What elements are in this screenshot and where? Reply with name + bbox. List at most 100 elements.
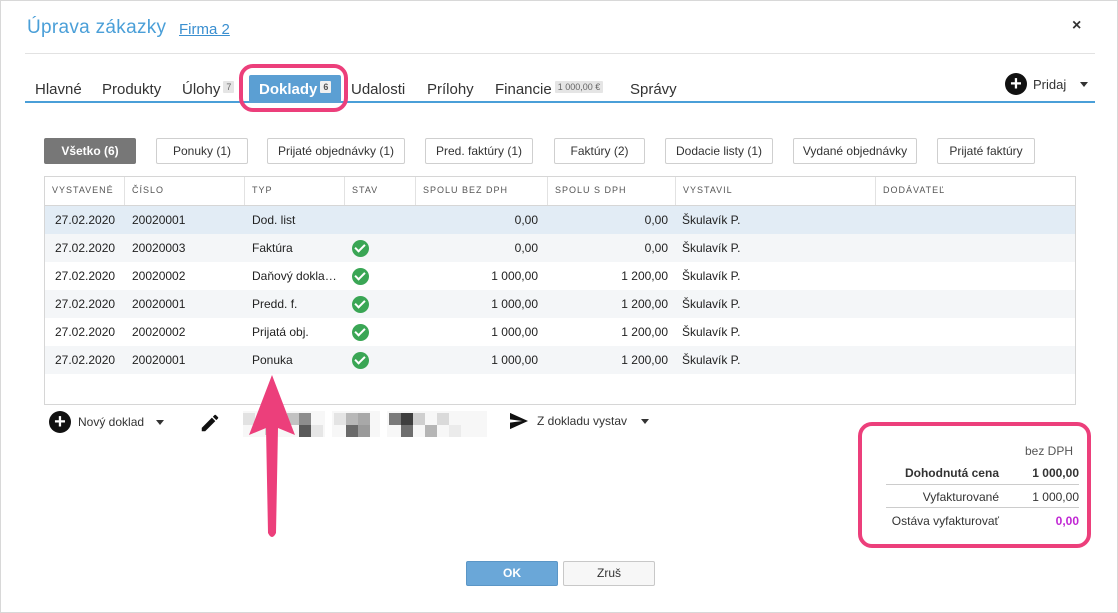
filter-proforma-invoices[interactable]: Pred. faktúry (1) bbox=[425, 138, 533, 164]
add-button[interactable]: + Pridaj bbox=[1005, 73, 1089, 95]
new-document-label: Nový doklad bbox=[78, 415, 145, 429]
cell-gross-total: 0,00 bbox=[644, 213, 668, 227]
check-circle-icon bbox=[352, 240, 369, 257]
cell-type: Daňový dokla… bbox=[252, 269, 337, 283]
documents-table: VYSTAVENÉ ČÍSLO TYP STAV SPOLU BEZ DPH S… bbox=[44, 176, 1076, 405]
create-from-document-button[interactable]: Z dokladu vystav bbox=[509, 412, 650, 430]
filter-invoices[interactable]: Faktúry (2) bbox=[554, 138, 645, 164]
ok-button[interactable]: OK bbox=[466, 561, 558, 586]
finance-amount-badge: 1 000,00 € bbox=[554, 81, 604, 93]
obscured-icon-2 bbox=[332, 411, 380, 437]
cell-supplier bbox=[882, 290, 1062, 318]
column-header-number[interactable]: ČÍSLO bbox=[125, 177, 245, 205]
check-circle-icon bbox=[352, 324, 369, 341]
cell-issued: 27.02.2020 bbox=[55, 269, 116, 283]
cell-net-total: 0,00 bbox=[514, 241, 538, 255]
documents-tab-highlight bbox=[239, 64, 348, 112]
chevron-down-icon[interactable] bbox=[1080, 81, 1089, 87]
cell-number: 20020003 bbox=[132, 241, 186, 255]
cell-number: 20020002 bbox=[132, 269, 186, 283]
new-document-button[interactable]: + Nový doklad bbox=[49, 411, 165, 433]
cell-supplier bbox=[882, 234, 1062, 262]
filter-all[interactable]: Všetko (6) bbox=[44, 138, 136, 164]
cell-issued-by: Škulavík P. bbox=[682, 213, 741, 227]
send-icon bbox=[510, 412, 528, 430]
summary-divider bbox=[886, 484, 1079, 485]
edit-order-dialog: Úprava zákazky Firma 2 × Hlavné Produkty… bbox=[0, 0, 1118, 613]
cell-type: Faktúra bbox=[252, 241, 293, 255]
plus-circle-icon: + bbox=[49, 411, 71, 433]
cell-number: 20020001 bbox=[132, 353, 186, 367]
cell-supplier bbox=[882, 346, 1062, 374]
table-row[interactable]: 27.02.2020 20020003 Faktúra 0,00 0,00 Škulaví… bbox=[45, 234, 1075, 262]
tab-attachments[interactable]: Prílohy bbox=[427, 81, 474, 98]
pointer-arrow-annotation bbox=[249, 375, 295, 537]
chevron-down-icon[interactable] bbox=[156, 419, 165, 425]
chevron-down-icon[interactable] bbox=[641, 418, 650, 424]
cell-gross-total: 1 200,00 bbox=[621, 269, 668, 283]
tab-finance[interactable]: Financie 1 000,00 € bbox=[495, 81, 604, 98]
cell-type: Dod. list bbox=[252, 213, 296, 227]
dialog-title: Úprava zákazky bbox=[27, 17, 167, 38]
column-header-status[interactable]: STAV bbox=[345, 177, 416, 205]
firm-link[interactable]: Firma 2 bbox=[179, 21, 230, 38]
cell-issued: 27.02.2020 bbox=[55, 241, 116, 255]
cell-issued-by: Škulavík P. bbox=[682, 353, 741, 367]
column-header-issued[interactable]: VYSTAVENÉ bbox=[45, 177, 125, 205]
column-header-net-total[interactable]: SPOLU BEZ DPH bbox=[416, 177, 548, 205]
cell-number: 20020002 bbox=[132, 325, 186, 339]
cell-gross-total: 1 200,00 bbox=[621, 325, 668, 339]
tab-main[interactable]: Hlavné bbox=[35, 81, 82, 98]
cell-net-total: 1 000,00 bbox=[491, 353, 538, 367]
add-button-label: Pridaj bbox=[1033, 76, 1067, 92]
table-row[interactable]: 27.02.2020 20020002 Daňový dokla… 1 000,00 1… bbox=[45, 262, 1075, 290]
cell-gross-total: 0,00 bbox=[644, 241, 668, 255]
table-header: VYSTAVENÉ ČÍSLO TYP STAV SPOLU BEZ DPH S… bbox=[45, 177, 1075, 206]
cell-type: Ponuka bbox=[252, 353, 293, 367]
tab-products[interactable]: Produkty bbox=[102, 81, 161, 98]
check-circle-icon bbox=[352, 352, 369, 369]
filter-received-orders[interactable]: Prijaté objednávky (1) bbox=[267, 138, 405, 164]
cell-net-total: 0,00 bbox=[514, 213, 538, 227]
table-row[interactable]: 27.02.2020 20020001 Predd. f. 1 000,00 1 200… bbox=[45, 290, 1075, 318]
tab-tasks[interactable]: Úlohy 7 bbox=[182, 81, 235, 98]
cell-type: Prijatá obj. bbox=[252, 325, 309, 339]
column-header-issued-by[interactable]: VYSTAVIL bbox=[676, 177, 876, 205]
obscured-icon-3 bbox=[387, 411, 487, 437]
filter-offers[interactable]: Ponuky (1) bbox=[156, 138, 248, 164]
tab-events[interactable]: Udalosti bbox=[351, 81, 405, 98]
column-header-gross-total[interactable]: SPOLU S DPH bbox=[548, 177, 676, 205]
cancel-button[interactable]: Zruš bbox=[563, 561, 655, 586]
table-row[interactable]: 27.02.2020 20020001 Ponuka 1 000,00 1 200,00… bbox=[45, 346, 1075, 374]
cell-supplier bbox=[882, 206, 1062, 234]
cell-number: 20020001 bbox=[132, 213, 186, 227]
plus-circle-icon: + bbox=[1005, 73, 1027, 95]
cell-net-total: 1 000,00 bbox=[491, 297, 538, 311]
close-icon[interactable]: × bbox=[1072, 17, 1081, 35]
table-row[interactable]: 27.02.2020 20020001 Dod. list 0,00 0,00 Škula… bbox=[45, 206, 1075, 234]
filter-delivery-notes[interactable]: Dodacie listy (1) bbox=[665, 138, 773, 164]
cell-issued: 27.02.2020 bbox=[55, 213, 116, 227]
remaining-amount: 0,00 bbox=[1055, 514, 1079, 528]
cell-net-total: 1 000,00 bbox=[491, 269, 538, 283]
cell-issued-by: Škulavík P. bbox=[682, 325, 741, 339]
create-from-document-label: Z dokladu vystav bbox=[537, 414, 628, 428]
cell-issued: 27.02.2020 bbox=[55, 353, 116, 367]
cell-gross-total: 1 200,00 bbox=[621, 297, 668, 311]
cell-number: 20020001 bbox=[132, 297, 186, 311]
cell-supplier bbox=[882, 318, 1062, 346]
filter-received-invoices[interactable]: Prijaté faktúry bbox=[937, 138, 1035, 164]
filter-issued-orders[interactable]: Vydané objednávky bbox=[793, 138, 917, 164]
summary-divider bbox=[886, 507, 1079, 508]
column-header-type[interactable]: TYP bbox=[245, 177, 345, 205]
header-divider bbox=[25, 53, 1095, 54]
table-row[interactable]: 27.02.2020 20020002 Prijatá obj. 1 000,00 1 … bbox=[45, 318, 1075, 346]
tab-bar: Hlavné Produkty Úlohy 7 Doklady 6 Udalosti… bbox=[25, 75, 1095, 103]
column-header-supplier[interactable]: DODÁVATEĽ bbox=[876, 177, 1076, 205]
check-circle-icon bbox=[352, 268, 369, 285]
pencil-icon[interactable] bbox=[199, 412, 221, 434]
cell-type: Predd. f. bbox=[252, 297, 298, 311]
check-circle-icon bbox=[352, 296, 369, 313]
tab-messages[interactable]: Správy bbox=[630, 81, 677, 98]
tasks-count-badge: 7 bbox=[223, 81, 235, 93]
